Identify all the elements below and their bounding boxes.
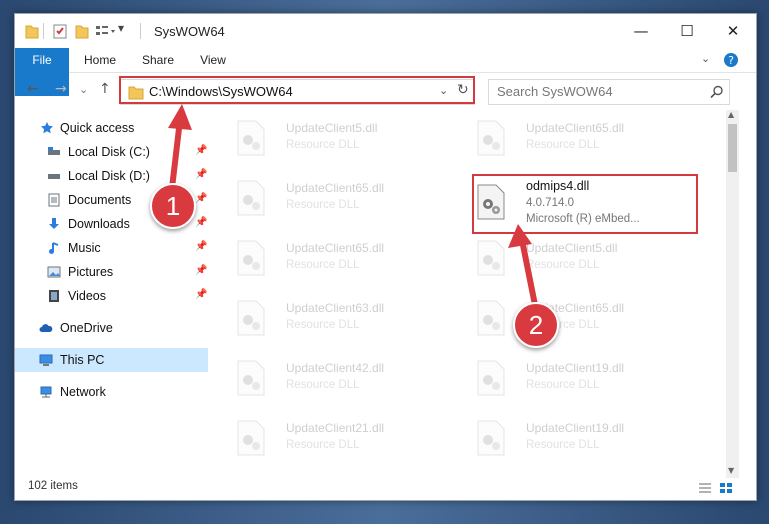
arrow-2: [519, 239, 538, 306]
arrow-2-head: [508, 224, 532, 248]
step-marker-2: 2: [513, 302, 559, 348]
arrow-1-head: [168, 104, 192, 130]
arrow-1: [169, 119, 183, 189]
step-marker-1: 1: [150, 183, 196, 229]
annotation-arrows: [168, 104, 538, 306]
